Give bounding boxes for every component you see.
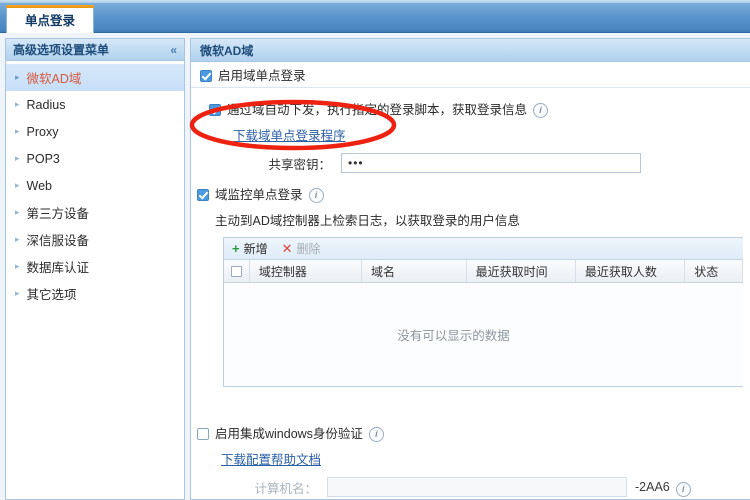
close-x-icon: ✕ [281,241,293,256]
computer-name-label: 计算机名： [254,481,317,496]
sidebar-item-database-auth[interactable]: ▸ 数据库认证 [6,253,184,280]
tab-label: 单点登录 [24,14,75,28]
chevron-right-icon: ▸ [15,288,20,298]
chevron-right-icon: ▸ [15,261,20,271]
sidebar-item-third-party-device[interactable]: ▸ 第三方设备 [6,199,184,226]
sidebar-item-sangfor-device[interactable]: ▸ 深信服设备 [6,226,184,253]
download-config-help-doc-link[interactable]: 下载配置帮助文档 [221,453,321,467]
column-header-domain-name[interactable]: 域名 [362,260,467,282]
info-icon[interactable]: i [368,427,384,442]
sidebar-item-radius[interactable]: ▸ Radius [6,91,184,118]
info-icon[interactable]: i [533,103,549,118]
auto-deploy-checkbox[interactable] [209,103,221,116]
domain-monitor-description: 主动到AD域控制器上检索日志，以获取登录的用户信息 [215,214,520,228]
sidebar-item-label: 微软AD域 [26,72,82,86]
domain-monitor-checkbox[interactable] [197,188,209,201]
domain-monitor-label: 域监控单点登录 [215,188,303,202]
auto-deploy-row[interactable]: 通过域自动下发，执行指定的登录脚本，获取登录信息 i [209,99,750,118]
domain-controller-grid: + 新增 ✕ 删除 域控制器 域名 最近获取时间 最近获取人数 状态 没有可以显… [223,237,743,387]
column-header-domain-controller[interactable]: 域控制器 [250,260,363,282]
sidebar-item-proxy[interactable]: ▸ Proxy [6,118,184,145]
select-all-checkbox[interactable] [230,265,242,277]
sidebar-header: 高级选项设置菜单 « [6,39,184,61]
sidebar-item-microsoft-ad[interactable]: ▸ 微软AD域 [6,64,184,91]
sidebar-item-label: POP3 [26,151,60,166]
auto-deploy-section: 通过域自动下发，执行指定的登录脚本，获取登录信息 i 下载域单点登录程序 共享密… [191,88,750,500]
sidebar-item-label: Proxy [26,124,59,139]
grid-empty-message: 没有可以显示的数据 [397,329,510,343]
sidebar-item-label: 其它选项 [26,288,77,302]
computer-name-input[interactable] [327,477,627,497]
chevron-right-icon: ▸ [15,153,20,163]
sidebar-item-pop3[interactable]: ▸ POP3 [6,145,184,172]
sidebar-title: 高级选项设置菜单 [13,43,110,57]
select-all-cell[interactable] [224,260,250,282]
domain-monitor-row[interactable]: 域监控单点登录 i [197,184,750,203]
shared-key-input[interactable]: ••• [341,153,641,173]
grid-body: 没有可以显示的数据 [224,283,743,386]
windows-auth-checkbox[interactable] [197,427,209,440]
grid-toolbar: + 新增 ✕ 删除 [224,238,743,260]
sidebar-item-label: 数据库认证 [26,261,90,275]
plus-icon: + [232,241,240,256]
enable-domain-sso-label: 启用域单点登录 [218,69,306,83]
info-icon[interactable]: i [675,481,691,497]
app-window: 单点登录 高级选项设置菜单 « ▸ 微软AD域 ▸ Radius ▸ Proxy… [0,0,750,500]
windows-auth-row[interactable]: 启用集成windows身份验证 i [197,423,750,442]
shared-key-label: 共享密钥： [268,157,331,172]
column-header-status[interactable]: 状态 [685,260,743,282]
content-inner: 启用域单点登录 通过域自动下发，执行指定的登录脚本，获取登录信息 i 下载域单点… [191,62,750,500]
add-button[interactable]: + 新增 [232,240,268,257]
shared-key-row: 共享密钥： ••• [239,153,750,173]
content-header: 微软AD域 [191,39,750,62]
grid-header-row: 域控制器 域名 最近获取时间 最近获取人数 状态 [224,260,743,283]
delete-button[interactable]: ✕ 删除 [282,240,321,257]
sidebar-item-label: Radius [26,97,66,112]
add-button-label: 新增 [243,242,268,256]
column-header-last-fetch-count[interactable]: 最近获取人数 [576,260,686,282]
auto-deploy-label: 通过域自动下发，执行指定的登录脚本，获取登录信息 [227,103,528,117]
sidebar-menu: ▸ 微软AD域 ▸ Radius ▸ Proxy ▸ POP3 ▸ Web ▸ … [6,61,184,307]
enable-domain-sso-checkbox[interactable] [200,69,212,82]
sidebar-item-other-options[interactable]: ▸ 其它选项 [6,280,184,307]
sidebar-item-label: 第三方设备 [26,207,90,221]
download-domain-sso-program-link[interactable]: 下载域单点登录程序 [233,129,346,143]
chevron-right-icon: ▸ [15,207,20,217]
collapse-left-icon[interactable]: « [170,44,177,56]
content-panel: 微软AD域 启用域单点登录 通过域自动下发，执行指定的登录脚本，获取登录信息 i… [190,38,750,500]
panel-title: 微软AD域 [200,43,254,58]
sidebar-item-label: 深信服设备 [26,234,90,248]
chevron-right-icon: ▸ [15,234,20,244]
info-icon[interactable]: i [308,188,324,203]
sidebar-item-label: Web [26,178,53,193]
computer-name-suffix: -2AA6 [635,480,670,494]
delete-button-label: 删除 [296,242,321,256]
computer-name-row: 计算机名： -2AA6 i [225,477,750,497]
enable-domain-sso-row[interactable]: 启用域单点登录 [191,62,750,88]
chevron-right-icon: ▸ [15,180,20,190]
windows-auth-label: 启用集成windows身份验证 [215,427,363,441]
sidebar: 高级选项设置菜单 « ▸ 微软AD域 ▸ Radius ▸ Proxy ▸ PO… [5,38,185,500]
chevron-right-icon: ▸ [15,72,20,82]
sidebar-item-web[interactable]: ▸ Web [6,172,184,199]
column-header-last-fetch-time[interactable]: 最近获取时间 [467,260,576,282]
tab-single-sign-on[interactable]: 单点登录 [6,5,94,33]
chevron-right-icon: ▸ [15,99,20,109]
tab-strip: 单点登录 [0,0,750,33]
chevron-right-icon: ▸ [15,126,20,136]
